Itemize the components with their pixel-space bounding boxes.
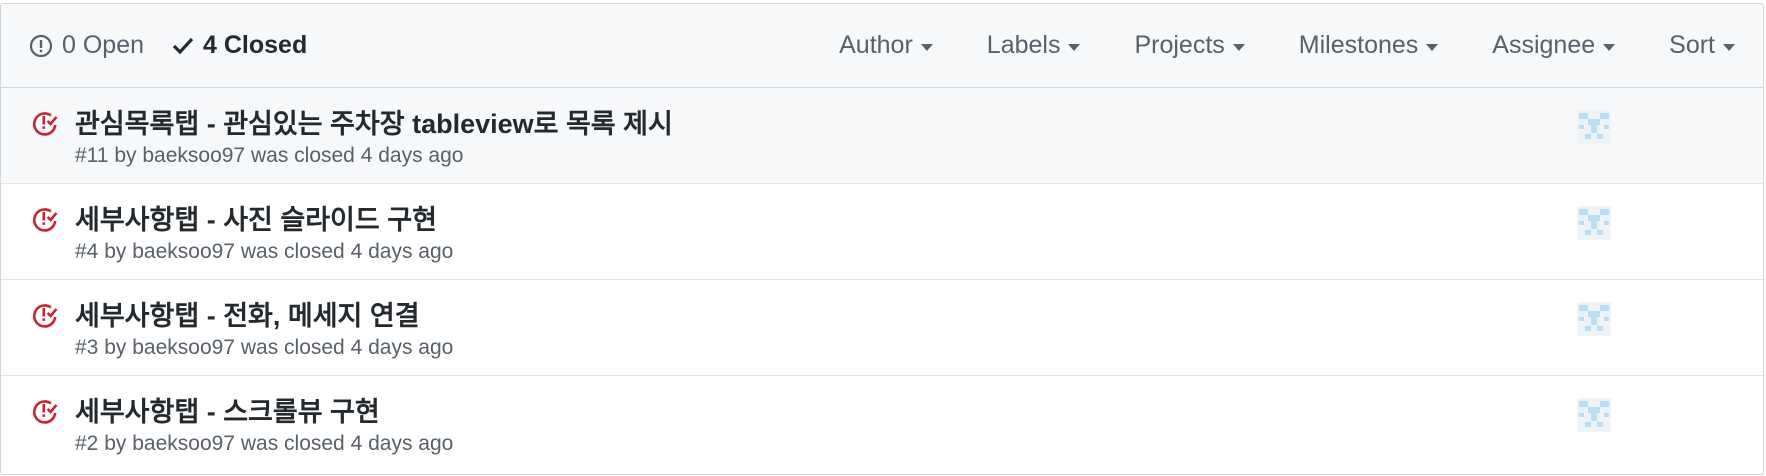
state-toggles: 0 Open 4 Closed: [29, 31, 307, 60]
caret-down-icon: [920, 43, 933, 51]
filter-author-label: Author: [839, 31, 913, 59]
caret-down-icon: [1426, 43, 1439, 51]
assignee-avatar[interactable]: [1577, 110, 1611, 144]
issue-title-link[interactable]: 세부사항탭 - 스크롤뷰 구현: [75, 390, 380, 429]
issue-number: #4: [75, 240, 99, 263]
open-issues-link[interactable]: 0 Open: [29, 31, 144, 60]
filter-sort-label: Sort: [1669, 31, 1715, 59]
caret-down-icon: [1068, 43, 1081, 51]
filter-menus: Author Labels Projects Milestones Assign…: [839, 31, 1735, 60]
open-count-label: 0 Open: [62, 31, 145, 59]
issue-closed-icon: [32, 208, 58, 232]
issue-by: by: [104, 432, 127, 455]
issue-by: by: [104, 336, 127, 359]
filter-sort[interactable]: Sort: [1669, 31, 1735, 60]
issue-author-link[interactable]: baeksoo97: [132, 336, 235, 359]
issue-row: 세부사항탭 - 사진 슬라이드 구현 #4 by baeksoo97 was c…: [1, 184, 1763, 280]
issue-author-link[interactable]: baeksoo97: [132, 432, 235, 455]
issues-list-header: 0 Open 4 Closed Author Labels Projects M…: [1, 4, 1763, 88]
issue-number: #2: [75, 432, 99, 455]
issue-author-link[interactable]: baeksoo97: [142, 144, 245, 167]
filter-labels-label: Labels: [986, 31, 1061, 59]
issue-closed-icon: [32, 400, 58, 424]
filter-milestones[interactable]: Milestones: [1299, 31, 1439, 60]
issue-meta: #3 by baeksoo97 was closed 4 days ago: [75, 336, 453, 360]
issue-author-link[interactable]: baeksoo97: [132, 240, 235, 263]
issues-list-box: 0 Open 4 Closed Author Labels Projects M…: [0, 3, 1764, 475]
caret-down-icon: [1723, 43, 1735, 51]
assignee-avatar[interactable]: [1577, 398, 1611, 432]
issue-by: by: [104, 240, 127, 263]
filter-milestones-label: Milestones: [1298, 31, 1419, 59]
issue-meta: #4 by baeksoo97 was closed 4 days ago: [75, 240, 453, 264]
issue-status: was closed: [240, 336, 345, 359]
issue-meta: #2 by baeksoo97 was closed 4 days ago: [75, 432, 453, 456]
issue-title-link[interactable]: 세부사항탭 - 전화, 메세지 연결: [75, 294, 420, 333]
filter-projects[interactable]: Projects: [1134, 31, 1245, 60]
assignee-avatar[interactable]: [1577, 302, 1611, 336]
closed-count-label: 4 Closed: [203, 31, 308, 59]
issue-time: 4 days ago: [360, 144, 464, 167]
caret-down-icon: [1603, 43, 1616, 51]
issue-time: 4 days ago: [350, 432, 454, 455]
issue-time: 4 days ago: [350, 336, 454, 359]
filter-assignee-label: Assignee: [1492, 31, 1596, 59]
filter-projects-label: Projects: [1134, 31, 1225, 59]
issue-title-link[interactable]: 세부사항탭 - 사진 슬라이드 구현: [75, 198, 437, 237]
filter-assignee[interactable]: Assignee: [1492, 31, 1616, 60]
closed-issues-link[interactable]: 4 Closed: [172, 31, 307, 60]
issue-meta: #11 by baeksoo97 was closed 4 days ago: [75, 144, 463, 168]
check-icon: [172, 37, 194, 54]
issue-number: #3: [75, 336, 99, 359]
assignee-avatar[interactable]: [1577, 206, 1611, 240]
issue-row: 세부사항탭 - 전화, 메세지 연결 #3 by baeksoo97 was c…: [1, 280, 1763, 376]
caret-down-icon: [1232, 43, 1245, 51]
issue-row: 관심목록탭 - 관심있는 주차장 tableview로 목록 제시 #11 by…: [1, 88, 1763, 184]
issue-closed-icon: [32, 304, 58, 328]
issue-time: 4 days ago: [350, 240, 454, 263]
filter-author[interactable]: Author: [839, 31, 933, 60]
issue-closed-icon: [32, 112, 58, 136]
filter-labels[interactable]: Labels: [987, 31, 1081, 60]
issue-by: by: [114, 144, 137, 167]
issue-number: #11: [75, 144, 109, 167]
issue-opened-icon: [29, 34, 53, 57]
issue-title-link[interactable]: 관심목록탭 - 관심있는 주차장 tableview로 목록 제시: [75, 102, 673, 141]
issue-row: 세부사항탭 - 스크롤뷰 구현 #2 by baeksoo97 was clos…: [1, 376, 1763, 472]
issue-status: was closed: [240, 432, 345, 455]
issue-status: was closed: [240, 240, 345, 263]
issue-status: was closed: [250, 144, 355, 167]
